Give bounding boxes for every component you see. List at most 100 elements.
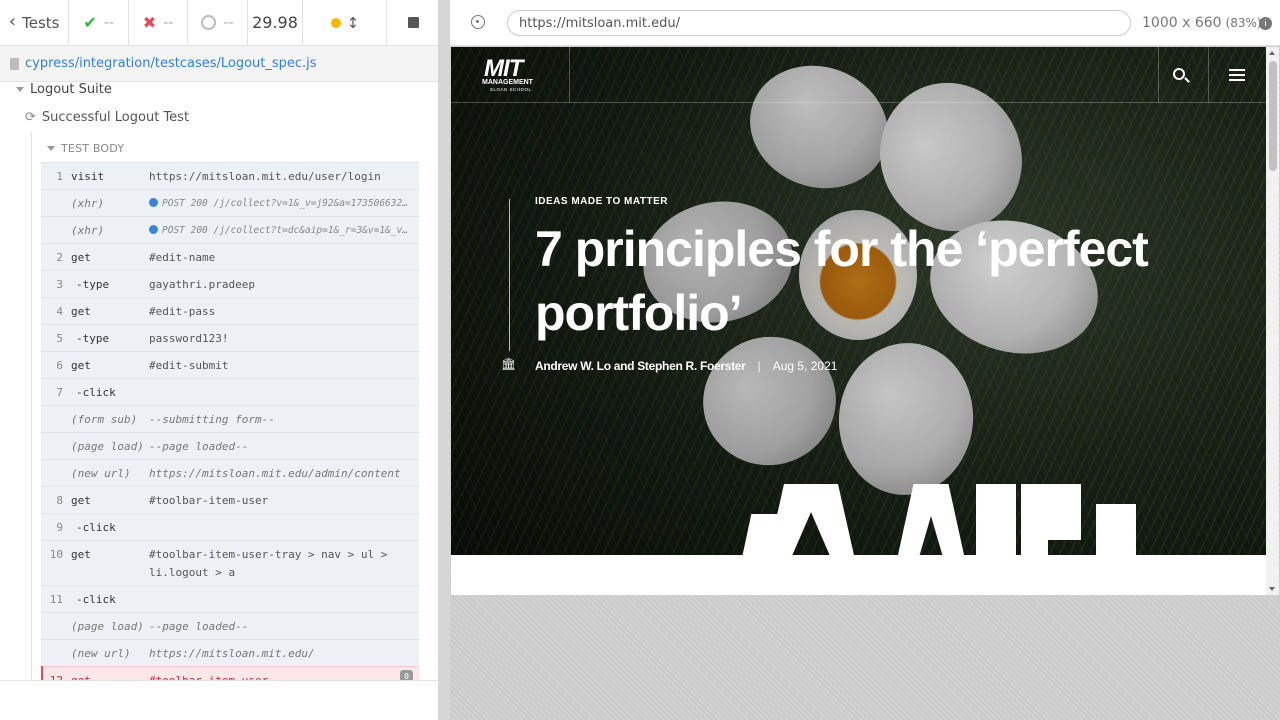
scroll-down-icon[interactable] xyxy=(1269,587,1275,591)
xhr-message: POST 200 /j/collect?t=dc&aip=1&_r=3&v=1&… xyxy=(162,225,419,236)
tests-button[interactable]: ‹ Tests xyxy=(0,0,70,45)
check-icon: ✔ xyxy=(83,13,97,32)
command-row[interactable]: (xhr) POST 200 /j/collect?v=1&_v=j92&a=17… xyxy=(41,189,419,216)
byline-separator: | xyxy=(757,359,761,373)
command-message: password123! xyxy=(149,332,229,345)
command-message: --page loaded-- xyxy=(149,440,249,453)
url-bar[interactable]: https://mitsloan.mit.edu/ xyxy=(507,10,1131,36)
reporter-toolbar: ‹ Tests ✔ -- ✖ -- -- 29.98 ↕ xyxy=(0,0,440,46)
suite-title-label: Logout Suite xyxy=(30,82,112,97)
command-log: 1 visit https://mitsloan.mit.edu/user/logi… xyxy=(41,162,419,720)
command-row[interactable]: (form sub) --submitting form-- xyxy=(41,405,419,432)
command-row[interactable]: 3 -type gayathri.pradeep xyxy=(41,270,419,297)
command-row[interactable]: (xhr) POST 200 /j/collect?t=dc&aip=1&_r=3… xyxy=(41,216,419,243)
command-number: 4 xyxy=(56,305,63,318)
command-message: #toolbar-item-user xyxy=(149,494,269,507)
command-row[interactable]: 4 get #edit-pass xyxy=(41,297,419,324)
command-name: (page load) xyxy=(71,440,144,453)
test-body-header[interactable]: TEST BODY xyxy=(47,142,124,155)
aut-scrollbar[interactable] xyxy=(1266,47,1279,595)
command-row[interactable]: (page load) --page loaded-- xyxy=(41,612,419,639)
command-message: #toolbar-item-user-tray > nav > ul > li.l… xyxy=(149,546,419,582)
tests-label: Tests xyxy=(22,13,60,32)
command-row[interactable]: 8 get #toolbar-item-user xyxy=(41,486,419,513)
command-name: -type xyxy=(76,332,110,345)
command-name: (new url) xyxy=(71,647,131,660)
scroll-up-icon[interactable] xyxy=(1269,51,1275,55)
article-date: Aug 5, 2021 xyxy=(772,359,838,373)
logo-management-text: MANAGEMENT xyxy=(482,79,533,86)
command-number: 9 xyxy=(56,521,63,534)
command-name: -type xyxy=(76,278,110,291)
command-message: gayathri.pradeep xyxy=(149,278,255,291)
command-name: (page load) xyxy=(71,620,144,633)
target-icon[interactable] xyxy=(471,15,485,29)
command-number: 11 xyxy=(49,593,63,606)
command-number: 6 xyxy=(56,359,63,372)
viewport-info: 1000 x 660 (83%) xyxy=(1142,15,1262,31)
command-number: 1 xyxy=(56,170,63,183)
command-row[interactable]: (new url) https://mitsloan.mit.edu/ xyxy=(41,639,419,666)
command-number: 3 xyxy=(56,278,63,291)
scroll-thumb[interactable] xyxy=(1269,61,1277,171)
command-number: 7 xyxy=(56,386,63,399)
command-row[interactable]: (page load) --page loaded-- xyxy=(41,432,419,459)
info-icon[interactable]: i xyxy=(1259,17,1272,30)
command-name: get xyxy=(71,305,91,318)
failed-value: -- xyxy=(163,14,174,31)
command-message: https://mitsloan.mit.edu/ xyxy=(149,647,315,660)
article-headline[interactable]: 7 principles for the ‘perfect portfolio’ xyxy=(535,217,1175,345)
caret-down-icon xyxy=(47,146,55,151)
auto-scroll-toggle[interactable]: ↕ xyxy=(303,0,386,45)
running-dot-icon xyxy=(330,17,341,28)
article-authors[interactable]: Andrew W. Lo and Stephen R. Foerster xyxy=(535,359,746,373)
stop-icon xyxy=(407,17,419,28)
xhr-status-dot-icon xyxy=(149,225,158,234)
spec-path-link[interactable]: cypress/integration/testcases/Logout_spe… xyxy=(25,56,317,71)
command-number: 8 xyxy=(56,494,63,507)
spec-file-header: cypress/integration/testcases/Logout_spe… xyxy=(0,46,440,82)
suite-title[interactable]: Logout Suite xyxy=(16,82,112,97)
command-name: -click xyxy=(76,386,116,399)
site-menu-button[interactable] xyxy=(1208,47,1266,103)
duration: 29.98 xyxy=(248,0,304,45)
command-message: --submitting form-- xyxy=(149,413,275,426)
stop-button[interactable] xyxy=(386,0,440,45)
viewport-size: 1000 x 660 xyxy=(1142,15,1222,31)
menu-icon-bar xyxy=(1229,74,1245,76)
command-row[interactable]: 9 -click xyxy=(41,513,419,540)
command-row[interactable]: 11 -click xyxy=(41,585,419,612)
chevron-left-icon: ‹ xyxy=(8,11,17,32)
mit-sloan-logo[interactable]: MIT MANAGEMENT SLOAN SCHOOL xyxy=(451,47,570,103)
accent-line xyxy=(509,199,510,351)
viewport-scale: (83%) xyxy=(1225,16,1262,30)
command-row[interactable]: 10 get #toolbar-item-user-tray > nav > ul … xyxy=(41,540,419,585)
search-icon-handle xyxy=(1184,77,1190,83)
x-icon: ✖ xyxy=(142,13,157,32)
site-search-button[interactable] xyxy=(1158,47,1208,103)
command-row[interactable]: 2 get #edit-name xyxy=(41,243,419,270)
command-message: --page loaded-- xyxy=(149,620,249,633)
command-message: #edit-name xyxy=(149,251,216,264)
command-name: visit xyxy=(71,170,105,183)
command-row[interactable]: (new url) https://mitsloan.mit.edu/admin/… xyxy=(41,459,419,486)
passed-value: -- xyxy=(103,14,114,31)
command-name: (xhr) xyxy=(71,224,105,237)
test-title[interactable]: ⟳ Successful Logout Test xyxy=(25,110,189,125)
passed-count: ✔ -- xyxy=(69,0,129,45)
command-row[interactable]: 1 visit https://mitsloan.mit.edu/user/logi… xyxy=(41,162,419,189)
command-row[interactable]: 7 -click xyxy=(41,378,419,405)
logo-school-text: SLOAN SCHOOL xyxy=(490,87,532,92)
panel-resizer[interactable] xyxy=(438,0,450,720)
refresh-icon: ⟳ xyxy=(25,110,36,125)
pending-circle-icon xyxy=(201,15,217,30)
command-message: #edit-pass xyxy=(149,305,216,318)
test-title-label: Successful Logout Test xyxy=(41,110,190,125)
command-name: -click xyxy=(76,521,116,534)
command-row[interactable]: 6 get #edit-submit xyxy=(41,351,419,378)
command-name: (form sub) xyxy=(71,413,138,426)
command-row[interactable]: 5 -type password123! xyxy=(41,324,419,351)
xhr-status-dot-icon xyxy=(149,198,158,207)
file-icon xyxy=(10,57,19,70)
aut-header: https://mitsloan.mit.edu/ 1000 x 660 (83… xyxy=(450,0,1280,46)
